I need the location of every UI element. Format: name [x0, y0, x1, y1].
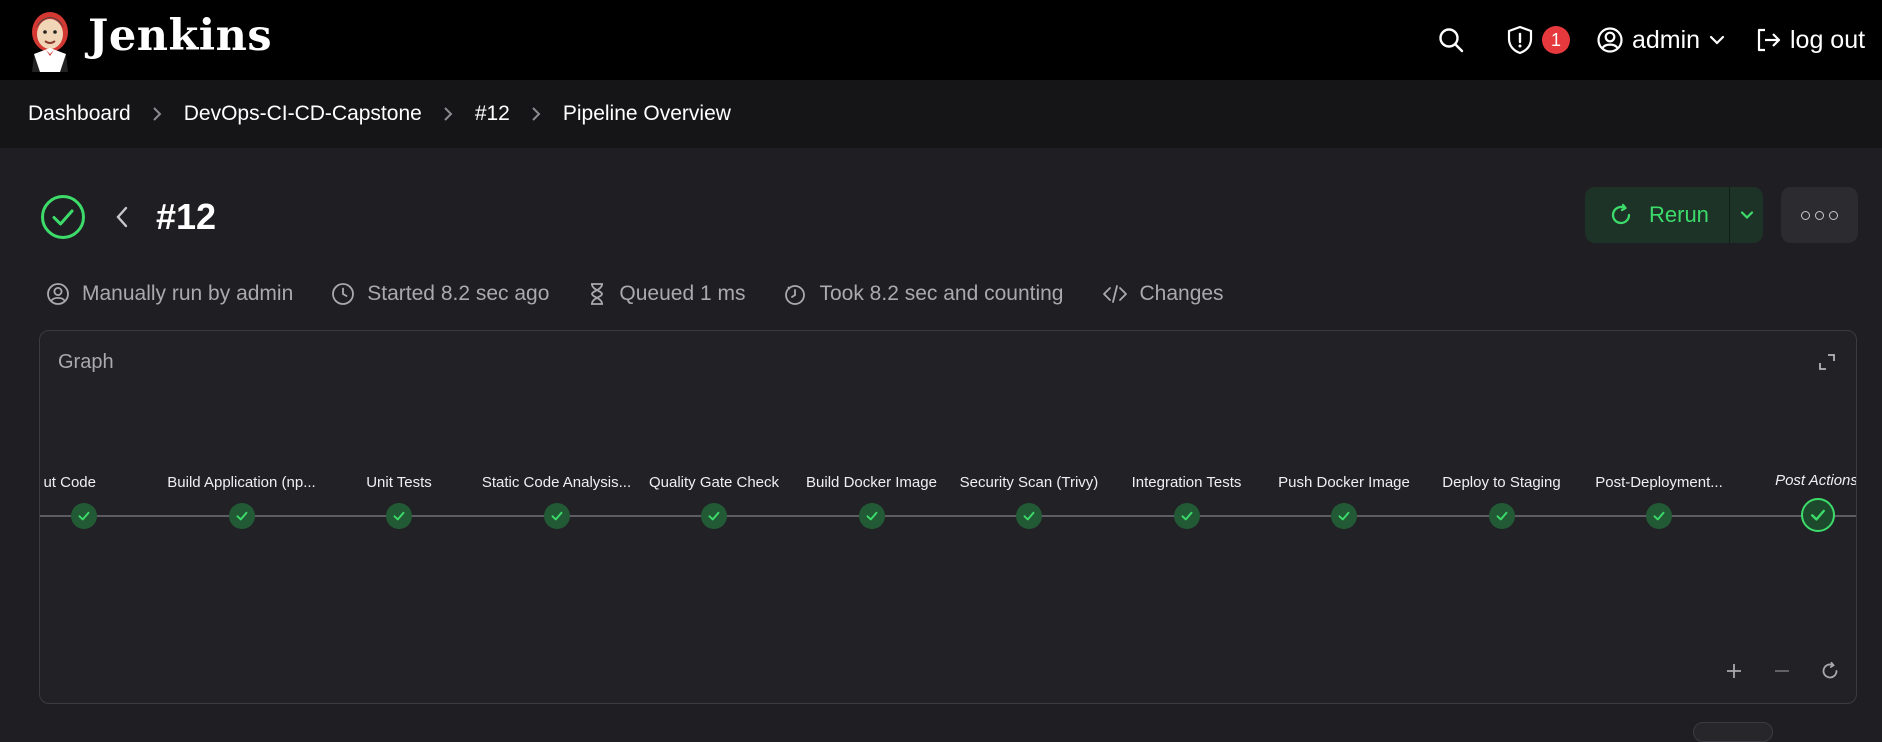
pipeline-stage[interactable]: Deploy to Staging: [1423, 331, 1581, 551]
user-circle-icon: [47, 283, 69, 305]
search-icon: [1439, 28, 1464, 53]
logout-label: log out: [1790, 25, 1866, 54]
stage-success-icon[interactable]: [1331, 503, 1357, 529]
refresh-icon: [1822, 661, 1838, 679]
search-button[interactable]: [1424, 16, 1478, 64]
pipeline-stage[interactable]: Unit Tests: [320, 331, 478, 551]
rerun-button[interactable]: Rerun: [1585, 187, 1729, 243]
build-meta: Manually run by admin Started 8.2 sec ag…: [46, 278, 1262, 310]
stage-label: Deploy to Staging: [1442, 474, 1561, 491]
stage-label: Post-Deployment...: [1595, 474, 1723, 491]
meta-queued: Queued 1 ms: [587, 282, 745, 306]
meta-trigger: Manually run by admin: [46, 282, 293, 306]
brand-title[interactable]: Jenkins: [88, 11, 272, 61]
user-circle-icon: [1597, 27, 1623, 53]
stage-success-icon[interactable]: [858, 503, 885, 529]
stage-label: Build Application (np...: [167, 474, 316, 491]
meta-duration-text: Took 8.2 sec and counting: [819, 282, 1064, 305]
chevron-down-icon: [1709, 35, 1725, 45]
more-actions-button[interactable]: [1781, 187, 1858, 243]
logout-button[interactable]: log out: [1748, 16, 1878, 64]
previous-build-button[interactable]: [110, 200, 134, 234]
plus-icon: [1727, 664, 1741, 678]
stage-label: ut Code: [43, 474, 96, 491]
rerun-label: Rerun: [1649, 202, 1709, 227]
lower-panel-button[interactable]: [1693, 722, 1773, 742]
meta-started-text: Started 8.2 sec ago: [367, 282, 550, 305]
changes-label: Changes: [1139, 282, 1224, 305]
meta-trigger-text: Manually run by admin: [82, 282, 294, 305]
stage-success-icon[interactable]: [1646, 503, 1672, 529]
success-status-icon: [40, 194, 86, 240]
stage-label: Push Docker Image: [1278, 474, 1410, 491]
hourglass-icon: [591, 283, 604, 305]
shield-alert-icon: [1507, 25, 1533, 55]
changes-link[interactable]: Changes: [1102, 282, 1224, 306]
stage-success-icon[interactable]: [543, 503, 570, 529]
stage-label: Build Docker Image: [806, 474, 937, 491]
chevron-left-icon: [116, 206, 128, 228]
chevron-right-icon: [422, 105, 475, 123]
pipeline-stage[interactable]: Security Scan (Trivy): [950, 331, 1108, 551]
stage-success-icon[interactable]: [1488, 503, 1515, 529]
pipeline-stage[interactable]: Build Application (np...: [163, 331, 321, 551]
clock-icon: [332, 283, 355, 305]
ellipsis-icon: [1801, 210, 1810, 220]
logout-icon: [1757, 28, 1781, 52]
timer-icon: [785, 285, 806, 305]
security-alerts-button[interactable]: 1: [1498, 16, 1584, 64]
stage-success-icon[interactable]: [228, 503, 255, 529]
stage-success-icon[interactable]: [386, 503, 412, 529]
ellipsis-dot: [1829, 210, 1838, 220]
pipeline-stage[interactable]: Push Docker Image: [1265, 331, 1423, 551]
pipeline-stage[interactable]: Build Docker Image: [793, 331, 951, 551]
user-menu-button[interactable]: admin: [1590, 16, 1732, 64]
pipeline-stage[interactable]: Static Code Analysis...: [478, 331, 636, 551]
top-header: Jenkins 1 admin log out: [0, 0, 1882, 80]
stage-success-icon[interactable]: [1800, 498, 1835, 532]
stage-label: Integration Tests: [1131, 474, 1242, 491]
stage-label: Quality Gate Check: [648, 474, 780, 491]
stage-success-icon[interactable]: [1173, 503, 1200, 529]
alerts-count-badge: 1: [1542, 26, 1570, 54]
pipeline-stage[interactable]: Post Actions: [1738, 331, 1856, 551]
breadcrumb-pipeline-overview[interactable]: Pipeline Overview: [563, 102, 731, 126]
meta-duration: Took 8.2 sec and counting: [783, 282, 1064, 306]
meta-started: Started 8.2 sec ago: [331, 282, 549, 306]
breadcrumb: Dashboard DevOps-CI-CD-Capstone #12 Pipe…: [0, 80, 1882, 148]
stage-label: Post Actions: [1775, 472, 1857, 489]
chevron-down-icon: [1740, 211, 1753, 220]
pipeline-stage[interactable]: Integration Tests: [1108, 331, 1266, 551]
breadcrumb-dashboard[interactable]: Dashboard: [28, 102, 131, 126]
reset-zoom-button[interactable]: [1818, 659, 1842, 683]
zoom-out-button[interactable]: [1770, 659, 1794, 683]
pipeline-stage[interactable]: Quality Gate Check: [635, 331, 793, 551]
meta-queued-text: Queued 1 ms: [619, 282, 746, 305]
chevron-right-icon: [131, 105, 184, 123]
minus-icon: [1775, 670, 1789, 672]
breadcrumb-build[interactable]: #12: [475, 102, 510, 126]
jenkins-logo-icon[interactable]: [26, 8, 74, 72]
refresh-icon: [1611, 203, 1631, 225]
breadcrumb-job[interactable]: DevOps-CI-CD-Capstone: [184, 102, 422, 126]
stage-label: Static Code Analysis...: [481, 474, 632, 491]
pipeline-stage[interactable]: Post-Deployment...: [1580, 331, 1738, 551]
code-icon: [1102, 285, 1127, 303]
pipeline-stage[interactable]: ut Code: [40, 331, 163, 551]
stage-success-icon[interactable]: [701, 503, 727, 529]
stage-label: Security Scan (Trivy): [959, 474, 1099, 491]
stage-success-icon[interactable]: [1016, 503, 1042, 529]
pipeline-graph: Graph ut Code Build Application (np... Uni…: [39, 330, 1857, 704]
user-name: admin: [1632, 25, 1701, 54]
ellipsis-dot: [1815, 210, 1824, 220]
stage-label: Unit Tests: [366, 474, 432, 491]
zoom-in-button[interactable]: [1722, 659, 1746, 683]
stage-success-icon[interactable]: [71, 503, 97, 529]
rerun-button-group: Rerun: [1585, 187, 1763, 243]
chevron-right-icon: [510, 105, 563, 123]
page-title: #12: [156, 196, 217, 237]
rerun-options-button[interactable]: [1729, 187, 1763, 243]
